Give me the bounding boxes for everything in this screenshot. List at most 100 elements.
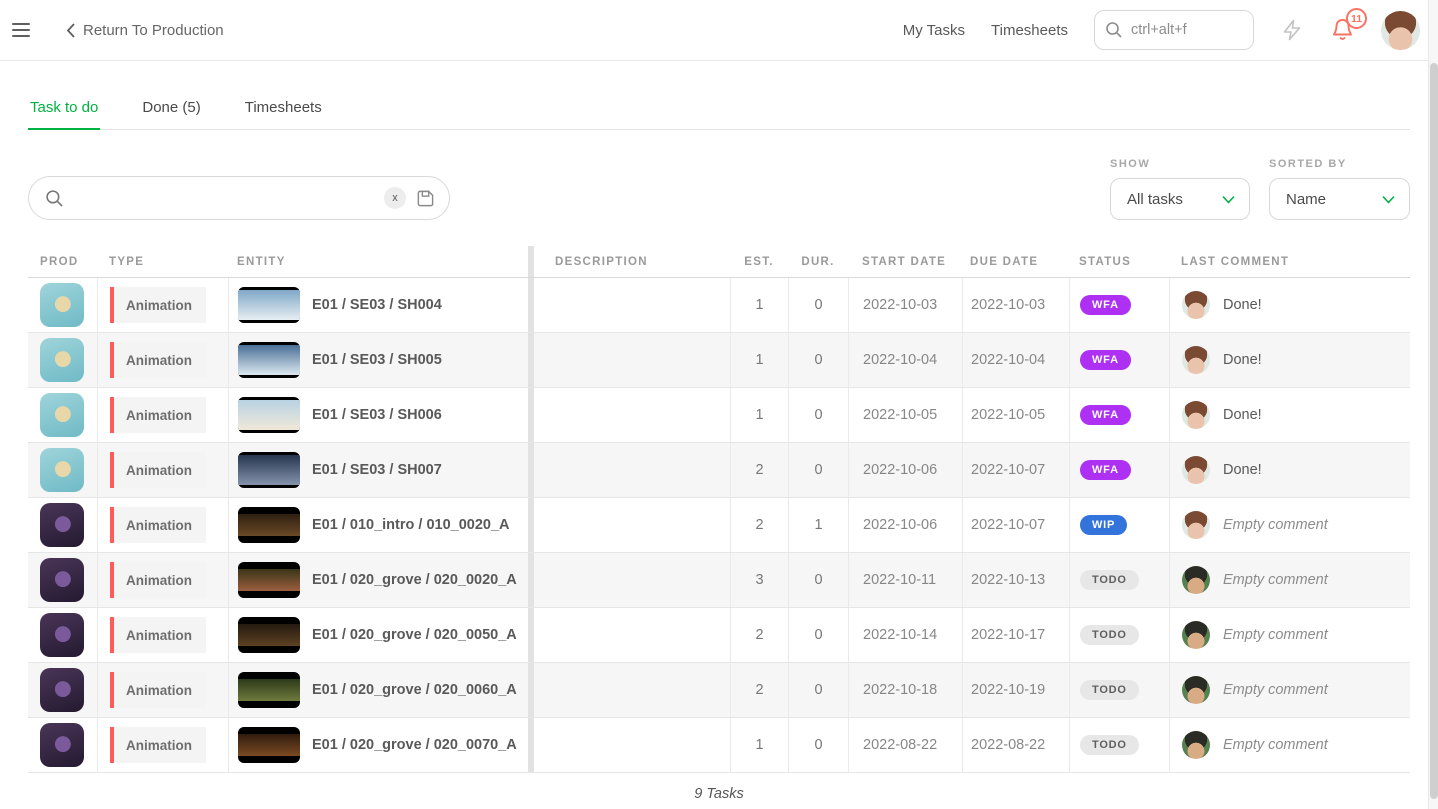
task-search-box[interactable]: x: [28, 176, 450, 220]
entity-thumbnail: [238, 727, 300, 763]
entity-name: E01 / 020_grove / 020_0050_A: [312, 627, 517, 643]
table-row[interactable]: AnimationE01 / 010_intro / 010_0020_A212…: [28, 498, 1410, 553]
task-type-label: Animation: [114, 507, 206, 543]
chevron-down-icon: [1222, 195, 1235, 204]
production-thumbnail: [40, 283, 84, 327]
column-header-last-comment: LAST COMMENT: [1169, 246, 1408, 277]
column-header-dur: DUR.: [788, 246, 848, 277]
global-search[interactable]: [1094, 10, 1254, 50]
entity-thumbnail: [238, 507, 300, 543]
task-type-label: Animation: [114, 397, 206, 433]
entity-thumbnail: [238, 617, 300, 653]
user-avatar[interactable]: [1381, 11, 1420, 50]
entity-thumbnail: [238, 287, 300, 323]
filter-bar: x SHOW All tasks SORTED BY Name: [28, 158, 1410, 220]
description-cell: [534, 443, 730, 497]
description-cell: [534, 278, 730, 332]
commenter-avatar: [1182, 456, 1210, 484]
entity-thumbnail: [238, 342, 300, 378]
start-date: 2022-08-22: [863, 737, 937, 753]
start-date: 2022-10-03: [863, 297, 937, 313]
notifications-button[interactable]: 11: [1330, 17, 1355, 43]
menu-icon[interactable]: [12, 17, 38, 43]
vertical-scrollbar[interactable]: [1428, 0, 1438, 809]
tasks-count: 9 Tasks: [28, 786, 1410, 802]
column-header-start-date: START DATE: [848, 246, 962, 277]
description-cell: [534, 498, 730, 552]
production-thumbnail: [40, 503, 84, 547]
clear-search-button[interactable]: x: [384, 187, 406, 209]
table-row[interactable]: AnimationE01 / 020_grove / 020_0060_A202…: [28, 663, 1410, 718]
tab-done[interactable]: Done (5): [140, 89, 202, 129]
show-select[interactable]: All tasks: [1110, 178, 1250, 220]
entity-thumbnail: [238, 397, 300, 433]
status-badge: WFA: [1080, 350, 1131, 370]
save-icon: [416, 189, 435, 208]
production-thumbnail: [40, 558, 84, 602]
column-header-status: STATUS: [1069, 246, 1169, 277]
duration-value: 0: [814, 297, 822, 313]
production-thumbnail: [40, 448, 84, 492]
column-header-due-date: DUE DATE: [962, 246, 1069, 277]
task-search-input[interactable]: [74, 190, 374, 206]
nav-my-tasks[interactable]: My Tasks: [903, 22, 965, 39]
estimation-value: 1: [755, 352, 763, 368]
table-row[interactable]: AnimationE01 / 020_grove / 020_0070_A102…: [28, 718, 1410, 773]
task-type-badge: Animation: [110, 617, 206, 653]
task-tabs: Task to do Done (5) Timesheets: [28, 89, 1410, 130]
scrollbar-thumb[interactable]: [1430, 63, 1438, 799]
due-date: 2022-10-07: [971, 517, 1045, 533]
commenter-avatar: [1182, 566, 1210, 594]
table-row[interactable]: AnimationE01 / SE03 / SH007202022-10-062…: [28, 443, 1410, 498]
column-header-est: EST.: [730, 246, 788, 277]
back-to-production-link[interactable]: Return To Production: [66, 22, 224, 39]
table-row[interactable]: AnimationE01 / SE03 / SH006102022-10-052…: [28, 388, 1410, 443]
save-search-button[interactable]: [416, 189, 435, 208]
task-type-badge: Animation: [110, 727, 206, 763]
commenter-avatar: [1182, 621, 1210, 649]
duration-value: 0: [814, 627, 822, 643]
status-badge: TODO: [1080, 735, 1139, 755]
description-cell: [534, 388, 730, 442]
last-comment-text: Empty comment: [1223, 517, 1328, 533]
task-type-badge: Animation: [110, 507, 206, 543]
nav-timesheets[interactable]: Timesheets: [991, 22, 1068, 39]
tab-timesheets[interactable]: Timesheets: [243, 89, 324, 129]
table-row[interactable]: AnimationE01 / 020_grove / 020_0020_A302…: [28, 553, 1410, 608]
shortcuts-button[interactable]: [1280, 18, 1304, 42]
table-row[interactable]: AnimationE01 / SE03 / SH005102022-10-042…: [28, 333, 1410, 388]
entity-name: E01 / 020_grove / 020_0070_A: [312, 737, 517, 753]
description-cell: [534, 333, 730, 387]
top-bar: Return To Production My Tasks Timesheets…: [0, 0, 1438, 61]
sort-select[interactable]: Name: [1269, 178, 1410, 220]
global-search-input[interactable]: [1131, 22, 1231, 38]
duration-value: 0: [814, 407, 822, 423]
chevron-left-icon: [66, 23, 75, 38]
task-type-badge: Animation: [110, 342, 206, 378]
start-date: 2022-10-06: [863, 517, 937, 533]
commenter-avatar: [1182, 731, 1210, 759]
description-cell: [534, 663, 730, 717]
task-type-label: Animation: [114, 727, 206, 763]
commenter-avatar: [1182, 291, 1210, 319]
table-row[interactable]: AnimationE01 / SE03 / SH004102022-10-032…: [28, 278, 1410, 333]
tab-task-to-do[interactable]: Task to do: [28, 89, 100, 129]
last-comment-text: Done!: [1223, 297, 1262, 313]
last-comment-text: Empty comment: [1223, 572, 1328, 588]
commenter-avatar: [1182, 511, 1210, 539]
duration-value: 0: [814, 682, 822, 698]
sorted-by-label: SORTED BY: [1269, 158, 1410, 170]
production-thumbnail: [40, 613, 84, 657]
task-type-label: Animation: [114, 342, 206, 378]
last-comment-text: Empty comment: [1223, 737, 1328, 753]
entity-thumbnail: [238, 672, 300, 708]
table-body: AnimationE01 / SE03 / SH004102022-10-032…: [28, 278, 1410, 773]
due-date: 2022-10-13: [971, 572, 1045, 588]
table-row[interactable]: AnimationE01 / 020_grove / 020_0050_A202…: [28, 608, 1410, 663]
start-date: 2022-10-04: [863, 352, 937, 368]
task-type-badge: Animation: [110, 397, 206, 433]
notification-count-badge: 11: [1346, 8, 1367, 29]
column-header-description: DESCRIPTION: [534, 246, 730, 277]
show-label: SHOW: [1110, 158, 1250, 170]
estimation-value: 1: [755, 737, 763, 753]
